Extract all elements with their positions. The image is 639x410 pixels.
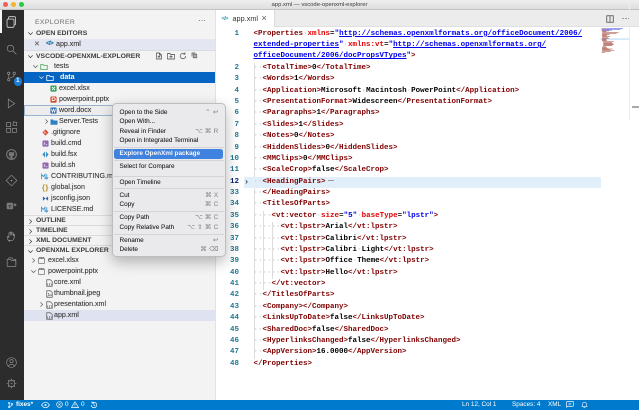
svg-text:T: T xyxy=(8,204,11,210)
